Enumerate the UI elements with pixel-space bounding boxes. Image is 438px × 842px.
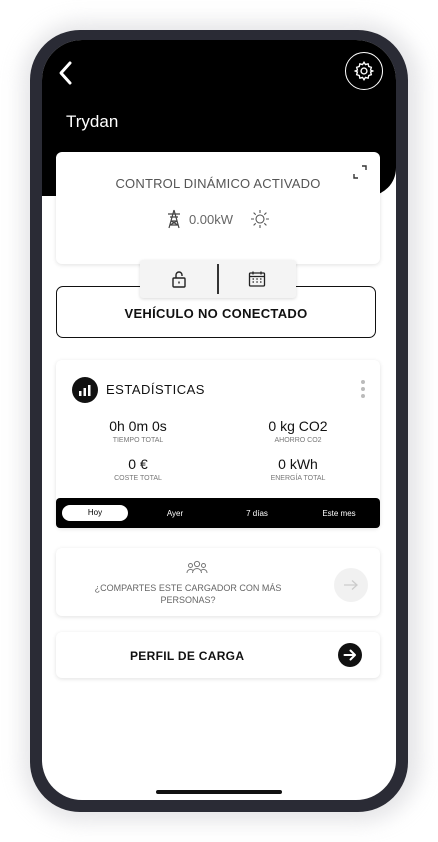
charge-profile-card[interactable]: PERFIL DE CARGA: [56, 632, 380, 678]
stat-value: 0 €: [128, 456, 148, 472]
header-background: [42, 40, 396, 166]
sun-icon: [251, 210, 270, 228]
share-charger-card[interactable]: ¿COMPARTES ESTE CARGADOR CON MÁS PERSONA…: [56, 548, 380, 616]
arrow-right-icon: [343, 649, 356, 661]
arrow-right-icon: [344, 580, 358, 590]
power-row: 0.00kW: [56, 208, 380, 230]
stat-label: COSTE TOTAL: [114, 475, 162, 482]
stat-total-time: 0h 0m 0s TIEMPO TOTAL: [68, 418, 208, 444]
stat-label: TIEMPO TOTAL: [112, 437, 164, 444]
stat-label: ENERGÍA TOTAL: [270, 475, 326, 482]
action-tabs: [140, 260, 296, 298]
charge-profile-button[interactable]: [338, 643, 362, 667]
period-tab-yesterday[interactable]: Ayer: [134, 509, 216, 518]
settings-button[interactable]: [345, 52, 383, 90]
page-title: Trydan: [66, 112, 119, 131]
stat-co2-saving: 0 kg CO2 AHORRO CO2: [228, 418, 368, 444]
lock-tab[interactable]: [140, 260, 217, 298]
statistics-title: ESTADÍSTICAS: [106, 382, 205, 397]
share-arrow-button[interactable]: [334, 568, 368, 602]
period-tab-7-days[interactable]: 7 días: [216, 509, 298, 518]
stat-label: AHORRO CO2: [274, 437, 322, 444]
dynamic-control-title: CONTROL DINÁMICO ACTIVADO: [115, 176, 321, 191]
period-tab-this-month[interactable]: Este mes: [298, 509, 380, 518]
stat-total-energy: 0 kWh ENERGÍA TOTAL: [228, 456, 368, 482]
power-value: 0.00kW: [188, 211, 234, 227]
chevron-left-icon[interactable]: [56, 60, 76, 86]
group-icon: [186, 560, 208, 574]
calendar-icon: [249, 271, 266, 287]
stat-value: 0 kWh: [278, 456, 318, 472]
period-tab-today[interactable]: Hoy: [62, 505, 128, 521]
power-tower-icon: [167, 209, 180, 229]
charge-profile-label: PERFIL DE CARGA: [130, 649, 245, 663]
unlock-icon: [171, 271, 186, 288]
stat-total-cost: 0 € COSTE TOTAL: [68, 456, 208, 482]
app-screen: Trydan CONTROL DINÁMICO ACTIVADO 0.00kW …: [42, 40, 396, 800]
expand-icon[interactable]: [352, 164, 368, 180]
stat-value: 0h 0m 0s: [109, 418, 167, 434]
share-charger-text: ¿COMPARTES ESTE CARGADOR CON MÁS PERSONA…: [94, 583, 282, 605]
schedule-tab[interactable]: [219, 260, 296, 298]
bar-chart-icon: [72, 377, 98, 403]
stat-value: 0 kg CO2: [268, 418, 328, 434]
statistics-card: ESTADÍSTICAS 0h 0m 0s TIEMPO TOTAL 0 kg …: [56, 360, 380, 528]
home-indicator[interactable]: [156, 790, 282, 794]
vehicle-status-label: VEHÍCULO NO CONECTADO: [124, 306, 308, 321]
period-selector: Hoy Ayer 7 días Este mes: [56, 498, 380, 528]
dynamic-control-card: CONTROL DINÁMICO ACTIVADO 0.00kW: [56, 152, 380, 264]
more-options-icon[interactable]: [360, 380, 366, 402]
gear-icon: [353, 61, 375, 81]
